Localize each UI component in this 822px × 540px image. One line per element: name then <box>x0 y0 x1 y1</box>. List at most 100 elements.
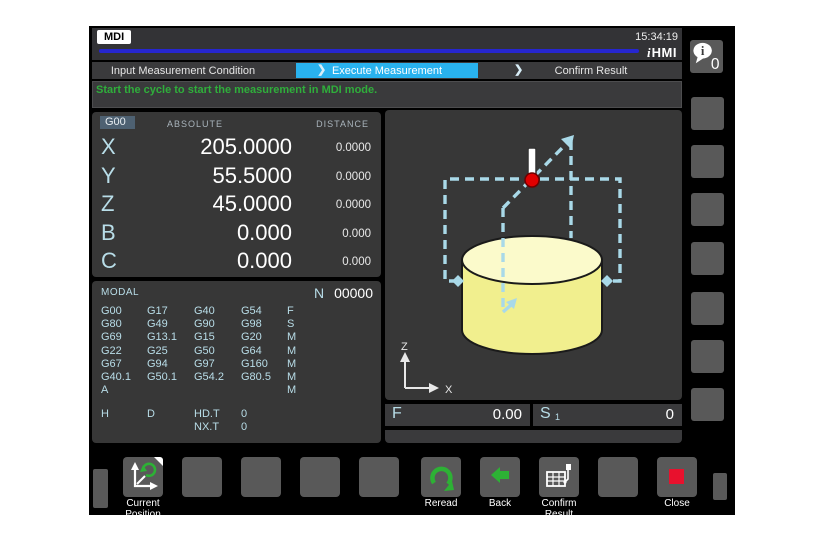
close-button[interactable] <box>657 457 697 497</box>
toolbar-item <box>589 457 647 499</box>
back-button[interactable] <box>480 457 520 497</box>
toolbar-item: Back <box>471 457 529 510</box>
axis-row-z: Z 45.0000 0.0000 <box>92 191 381 220</box>
gcode-cell: G80.5 <box>241 371 271 384</box>
gcode-cell <box>194 384 241 397</box>
toolbar-item <box>291 457 349 499</box>
z-axis-label: Z <box>401 341 408 353</box>
sidebar-key-7[interactable] <box>691 388 724 421</box>
confirm-result-button[interactable] <box>539 457 579 497</box>
gcode-cell <box>241 384 287 397</box>
feed-spindle-row: F 0.00 S 1 0 <box>385 404 682 426</box>
feed-value: 0.00 <box>492 406 522 423</box>
step-input-condition[interactable]: Input Measurement Condition <box>92 62 274 79</box>
gcode-cell: A <box>101 384 109 397</box>
gcode-cell: M <box>287 384 297 397</box>
axis-distance-value: 0.000 <box>342 256 371 268</box>
gcode-cell: G54.2 <box>194 371 224 384</box>
measurement-graphic-panel: Z X <box>385 110 682 400</box>
tool-cell: 0 <box>241 421 248 434</box>
softkey-blank-button[interactable] <box>598 457 638 497</box>
x-axis-arrowhead <box>429 383 439 393</box>
spindle-label: S <box>540 405 551 422</box>
sidebar-key-2[interactable] <box>691 145 724 178</box>
x-axis-label: X <box>445 384 453 396</box>
tool-cell <box>147 421 194 434</box>
axis-absolute-value: 0.000 <box>236 219 292 245</box>
position-panel: G00 ABSOLUTE DISTANCE X 205.0000 0.0000 … <box>92 112 381 277</box>
sidebar-key-4[interactable] <box>691 242 724 275</box>
gcode-cell: F <box>287 305 294 317</box>
gcode-cell: G64 <box>241 344 262 357</box>
axis-row-x: X 205.0000 0.0000 <box>92 134 381 163</box>
touch-probe-icon <box>524 147 540 188</box>
step-confirm-result[interactable]: Confirm Result <box>500 62 682 79</box>
gcode-cell: G20 <box>241 331 262 344</box>
tool-cell <box>287 408 373 421</box>
gcode-cell: M <box>287 344 297 357</box>
softkey-page-right-button[interactable] <box>713 473 727 500</box>
axis-row-c: C 0.000 0.000 <box>92 248 381 277</box>
reread-button[interactable] <box>421 457 461 497</box>
softkey-blank-button[interactable] <box>241 457 281 497</box>
sidebar-key-6[interactable] <box>691 340 724 373</box>
axis-absolute-value: 55.5000 <box>212 162 292 188</box>
softkey-blank-button[interactable] <box>359 457 399 497</box>
axis-distance-value: 0.0000 <box>335 170 371 183</box>
sidebar-key-3[interactable] <box>691 193 724 226</box>
toolbar-item: Current Position <box>114 457 172 520</box>
gcode-cell: G22 <box>101 344 122 357</box>
gcode-modal-grid: G00 G17 G40 G54 F G80 G49 G90 G98 S G69 G13.1 G15 G… <box>101 305 373 397</box>
modal-panel: MODAL N 00000 G00 G17 G40 G54 F G80 G49 G90 G98… <box>92 281 381 443</box>
chevron-right-icon: ❯ <box>317 64 327 76</box>
ihmi-logo: iHMI <box>647 45 677 61</box>
gcode-cell: G160 <box>241 357 268 370</box>
axes-refresh-icon <box>131 462 158 490</box>
probe-measurement-diagram: Z X <box>400 135 622 396</box>
reread-circular-arrow-icon <box>430 466 454 491</box>
feed-cell: F 0.00 <box>385 404 530 426</box>
gcode-cell: G50.1 <box>147 371 177 384</box>
probe-stylus <box>527 147 537 176</box>
gcode-cell: G49 <box>147 318 168 331</box>
gcode-cell: G17 <box>147 305 168 317</box>
softkey-blank-button[interactable] <box>182 457 222 497</box>
toolbar-item <box>232 457 290 499</box>
axis-distance-value: 0.000 <box>342 227 371 240</box>
sidebar-key-1[interactable] <box>691 97 724 130</box>
logo-i: i <box>647 45 651 60</box>
spindle-value: 0 <box>665 406 674 423</box>
toolbar-button-label: Confirm Result <box>541 498 577 520</box>
softkey-blank-button[interactable] <box>300 457 340 497</box>
gcode-mode-badge: G00 <box>100 116 135 129</box>
result-table-probe-icon <box>546 464 571 487</box>
gcode-cell: G15 <box>194 331 215 344</box>
logo-hmi: HMI <box>651 45 677 60</box>
axis-absolute-value: 45.0000 <box>212 191 292 216</box>
message-panel: Start the cycle to start the measurement… <box>92 81 682 108</box>
tool-cell: 0 <box>241 408 248 420</box>
axis-row-y: Y 55.5000 0.0000 <box>92 163 381 192</box>
sequence-number-label: N <box>314 285 325 301</box>
z-axis-arrowhead <box>400 352 410 362</box>
gcode-cell: G50 <box>194 344 215 357</box>
ihmi-screen: MDI 15:34:19 iHMI Input Measurement Cond… <box>89 26 735 519</box>
axis-distance-value: 0.0000 <box>335 142 371 154</box>
toolbar-button-label: Reread <box>424 498 458 509</box>
progress-bar <box>99 49 639 53</box>
toolbar-button-label: Back <box>488 498 512 509</box>
gcode-cell: M <box>287 331 297 344</box>
gcode-cell: G13.1 <box>147 331 177 344</box>
toolbar-item: Reread <box>412 457 470 510</box>
tool-cell: H <box>101 408 109 420</box>
sidebar-key-5[interactable] <box>691 292 724 325</box>
wizard-steps: Input Measurement Condition Execute Meas… <box>92 62 682 79</box>
coordinate-axes-icon <box>404 360 431 389</box>
feed-label: F <box>392 405 402 422</box>
current-position-button[interactable] <box>123 457 163 497</box>
axis-row-b: B 0.000 0.000 <box>92 220 381 249</box>
status-message: Start the cycle to start the measurement… <box>96 84 378 96</box>
softkey-page-left-button[interactable] <box>93 469 108 508</box>
clock: 15:34:19 <box>635 31 678 43</box>
info-message-button[interactable]: i 0 <box>690 40 723 73</box>
